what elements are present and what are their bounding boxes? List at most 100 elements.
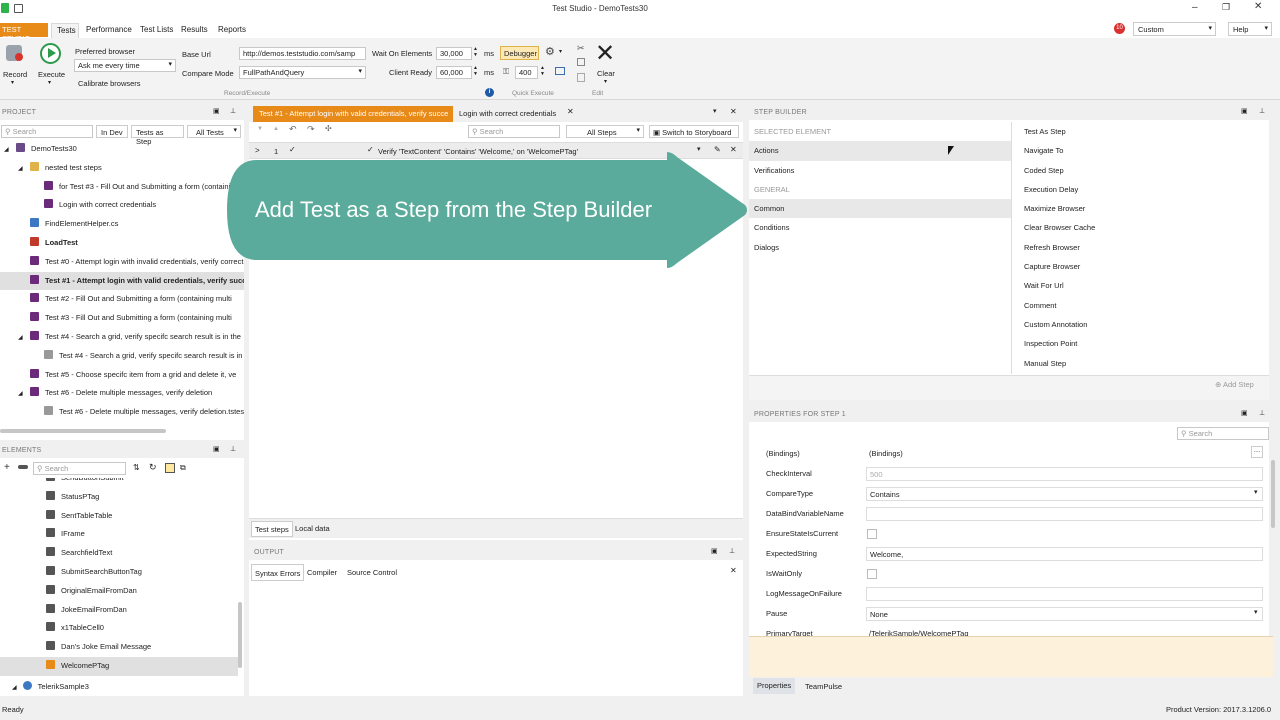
step-type-item[interactable]: Execution Delay	[1019, 180, 1259, 199]
tab-test-steps[interactable]: Test steps	[251, 521, 293, 537]
execute-dropdown-icon[interactable]: ▾	[48, 79, 51, 86]
project-tree-item[interactable]: Test #1 - Attempt login with valid crede…	[0, 271, 244, 291]
add-element-icon[interactable]: +	[4, 462, 10, 473]
project-tree-item[interactable]: Login with correct credentials	[0, 196, 244, 215]
element-item[interactable]: SearchfieldText	[0, 544, 238, 563]
view-icon[interactable]	[165, 463, 175, 473]
pin-icon[interactable]: ⊥	[230, 445, 236, 453]
step-category-item[interactable]: Verifications	[749, 161, 1011, 180]
project-tree-item[interactable]: for Test #3 - Fill Out and Submitting a …	[0, 178, 244, 197]
property-row[interactable]: ExpectedString Welcome,	[749, 544, 1269, 564]
property-row[interactable]: CheckInterval 500	[749, 464, 1269, 484]
collapse-arrow-icon[interactable]: ◢	[4, 141, 16, 159]
step-type-item[interactable]: Wait For Url	[1019, 276, 1259, 295]
element-item[interactable]: IFrame	[0, 525, 238, 544]
property-value[interactable]: 500	[866, 467, 1263, 481]
step-type-item[interactable]: Capture Browser	[1019, 257, 1259, 276]
step-type-item[interactable]: Comment	[1019, 296, 1259, 315]
property-row[interactable]: LogMessageOnFailure	[749, 584, 1269, 604]
tab-local-data[interactable]: Local data	[295, 524, 330, 533]
step-category-item[interactable]: Common	[749, 199, 1011, 219]
property-value[interactable]	[866, 507, 1263, 521]
record-icon[interactable]	[6, 45, 23, 61]
project-tree-item[interactable]: ◢ Test #4 - Search a grid, verify specifc…	[0, 328, 244, 347]
ellipsis-button[interactable]: …	[1251, 446, 1263, 458]
project-tree-item[interactable]: FindElementHelper.cs	[0, 215, 244, 234]
project-tree-item[interactable]: ◢ Test #6 - Delete multiple messages, ver…	[0, 384, 244, 403]
move-icon[interactable]: ✣	[325, 124, 332, 133]
elements-vscrollbar[interactable]	[238, 602, 242, 668]
client-ready-input[interactable]: 60,000	[436, 66, 472, 79]
tab-dropdown-icon[interactable]: ▾	[713, 107, 717, 115]
slider-value-input[interactable]: 400	[515, 66, 538, 79]
property-value[interactable]	[866, 587, 1263, 601]
paste-icon[interactable]	[577, 73, 585, 82]
in-dev-button[interactable]: In Dev	[96, 125, 128, 138]
project-tree-item[interactable]: Test #2 - Fill Out and Submitting a form…	[0, 290, 244, 309]
tab-test-1[interactable]: Test #1 - Attempt login with valid crede…	[253, 106, 453, 122]
property-checkbox[interactable]	[867, 569, 877, 579]
property-value[interactable]: Welcome,	[866, 547, 1263, 561]
tab-teampulse[interactable]: TeamPulse	[805, 682, 842, 691]
element-item[interactable]: Dan's Joke Email Message	[0, 638, 238, 657]
steps-search-input[interactable]: ⚲ Search	[468, 125, 560, 138]
brand-tab[interactable]: TEST STUDIO	[0, 23, 48, 43]
tab-source-control[interactable]: Source Control	[347, 568, 397, 577]
property-checkbox[interactable]	[867, 529, 877, 539]
clear-dropdown-icon[interactable]: ▾	[604, 78, 607, 85]
pin-icon[interactable]: ⊥	[1259, 107, 1265, 115]
project-hscrollbar[interactable]	[0, 429, 166, 433]
element-item[interactable]: OriginalEmailFromDan	[0, 582, 238, 601]
slider-stepper-icon[interactable]: ▲ ▼	[540, 65, 545, 77]
tab-test-lists[interactable]: Test Lists	[140, 25, 173, 34]
wait-on-elements-input[interactable]: 30,000	[436, 47, 472, 60]
undo-icon[interactable]: ↶	[289, 124, 297, 135]
step-type-item[interactable]: Coded Step	[1019, 161, 1259, 180]
pin-icon[interactable]: ⊥	[230, 107, 236, 115]
add-step-button[interactable]: ⊕ Add Step	[1215, 380, 1254, 389]
property-row[interactable]: IsWaitOnly	[749, 564, 1269, 584]
project-tree-item[interactable]: ◢ nested test steps	[0, 159, 244, 178]
tab-results[interactable]: Results	[181, 25, 208, 34]
project-tree-item[interactable]: Test #4 - Search a grid, verify specifc …	[0, 347, 244, 366]
element-item[interactable]: SentTableTable	[0, 507, 238, 526]
close-output-icon[interactable]: ✕	[730, 566, 737, 575]
elements-root[interactable]: ◢ TelerikSample3	[12, 678, 89, 697]
layout-select[interactable]: Custom ▾	[1133, 22, 1216, 36]
calibrate-browsers-button[interactable]: Calibrate browsers	[78, 79, 141, 88]
property-row[interactable]: DataBindVariableName	[749, 504, 1269, 524]
property-value[interactable]: None	[866, 607, 1263, 621]
project-search-input[interactable]: ⚲ Search	[1, 125, 93, 138]
property-row[interactable]: (Bindings) (Bindings)…	[749, 444, 1269, 464]
step-type-item[interactable]: Refresh Browser	[1019, 238, 1259, 257]
info-icon[interactable]: i	[485, 88, 494, 97]
refresh-icon[interactable]: ↻	[149, 462, 157, 473]
execute-button[interactable]: Execute	[38, 70, 65, 79]
tab-login[interactable]: Login with correct credentials	[459, 109, 556, 118]
remove-element-icon[interactable]	[18, 465, 28, 469]
record-dropdown-icon[interactable]: ▾	[11, 79, 14, 86]
float-icon[interactable]: ▣	[213, 107, 220, 115]
help-menu[interactable]: Help ▾	[1228, 22, 1272, 36]
element-item[interactable]: SendButtonSubmit	[0, 478, 238, 488]
screen-icon[interactable]	[555, 67, 565, 75]
all-tests-select[interactable]: All Tests ▾	[187, 125, 241, 138]
float-icon[interactable]: ▣	[213, 445, 220, 453]
project-tree-item[interactable]: ◢ DemoTests30	[0, 140, 244, 159]
down-arrow-icon[interactable]: ▼	[257, 126, 263, 132]
element-item[interactable]: JokeEmailFromDan	[0, 601, 238, 620]
compare-mode-select[interactable]: FullPathAndQuery ▾	[239, 66, 366, 79]
step-type-item[interactable]: Manual Step	[1019, 354, 1259, 373]
clear-button[interactable]: Clear	[597, 69, 615, 78]
filter-icon[interactable]: ⇅	[133, 463, 140, 472]
tab-syntax-errors[interactable]: Syntax Errors	[251, 564, 305, 581]
project-tree-item[interactable]: LoadTest	[0, 234, 244, 253]
step-type-item[interactable]: Custom Annotation	[1019, 315, 1259, 334]
property-row[interactable]: PrimaryTarget/TelerikSample/WelcomePTag	[749, 624, 1269, 636]
collapse-arrow-icon[interactable]: ◢	[18, 329, 30, 347]
element-item[interactable]: WelcomePTag	[0, 656, 238, 676]
close-editor-icon[interactable]: ✕	[730, 107, 737, 116]
properties-search-input[interactable]: ⚲ Search	[1177, 427, 1269, 440]
tests-as-step-button[interactable]: Tests as Step	[131, 125, 184, 146]
step-category-item[interactable]: Dialogs	[749, 238, 1011, 257]
